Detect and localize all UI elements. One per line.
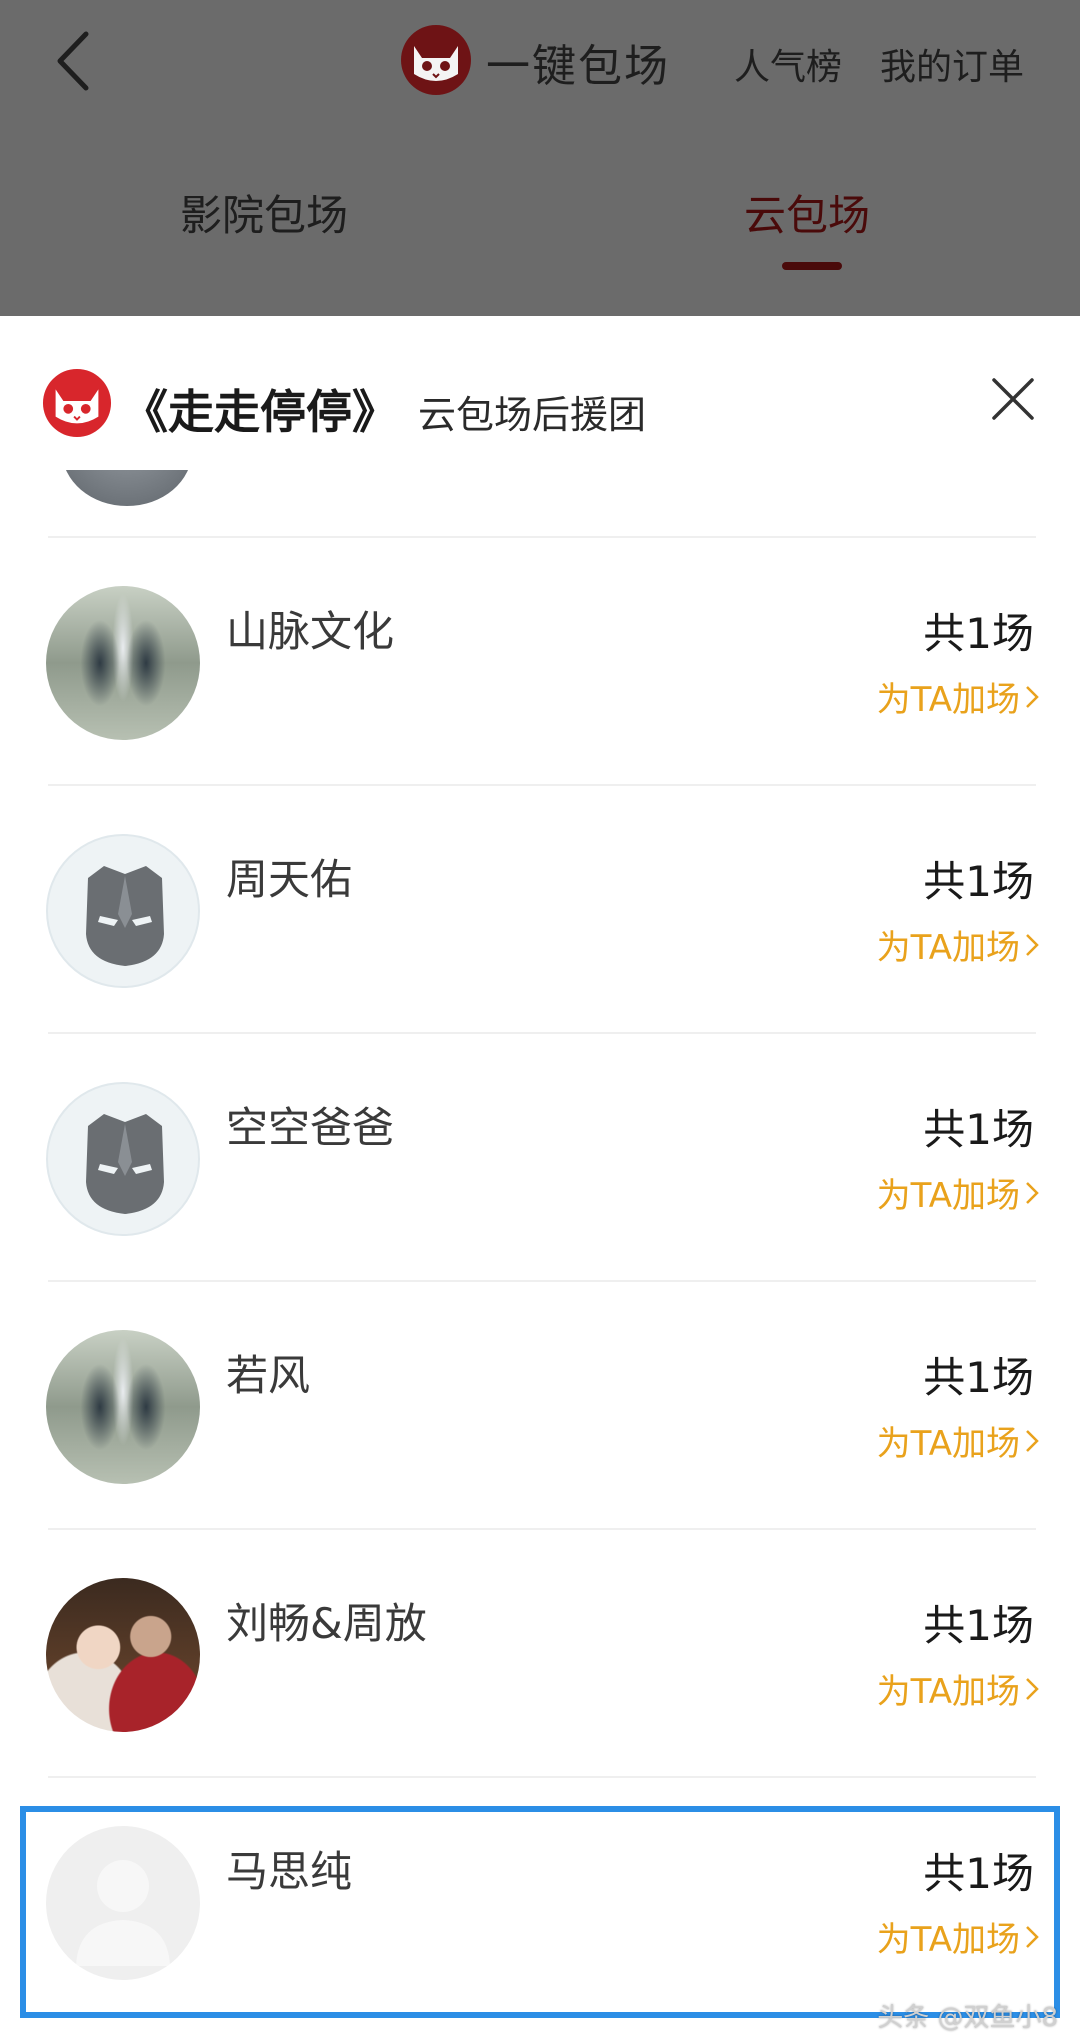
mask-avatar [46, 1082, 200, 1236]
tab-cloud-booking[interactable]: 云包场 [744, 182, 870, 243]
app-logo-icon [42, 368, 112, 438]
photo-avatar [46, 1578, 200, 1732]
chevron-right-icon [1026, 1429, 1039, 1452]
list-item[interactable]: 若风 共1场 为TA加场 [0, 1282, 1080, 1528]
chevron-right-icon [1026, 933, 1039, 956]
chevron-right-icon [1026, 1677, 1039, 1700]
tab-cinema-booking[interactable]: 影院包场 [180, 182, 348, 243]
watermark: 头条 @双鱼小8 [877, 2003, 1058, 2033]
close-icon[interactable] [990, 376, 1036, 422]
supporters-sheet: 《走走停停》 云包场后援团 山脉文化 共1场 为TA加场 周天佑 共1场 为TA… [0, 316, 1080, 2044]
sheet-subtitle: 云包场后援团 [418, 393, 647, 437]
add-session-link[interactable]: 为TA加场 [877, 1664, 1040, 1713]
add-session-link[interactable]: 为TA加场 [877, 672, 1040, 721]
back-arrow-icon[interactable] [48, 26, 108, 96]
highlight-box [20, 1806, 1060, 2018]
nav-orders-link[interactable]: 我的订单 [880, 38, 1024, 90]
app-logo-icon [401, 25, 471, 95]
list-item[interactable]: 刘畅&周放 共1场 为TA加场 [0, 1530, 1080, 1776]
session-count: 共1场 [923, 609, 1034, 658]
film-title: 《走走停停》 [122, 385, 398, 439]
add-session-label: 为TA加场 [876, 928, 1020, 968]
add-session-link[interactable]: 为TA加场 [877, 920, 1040, 969]
app-title: 一键包场 [486, 41, 670, 92]
nav-popular-link[interactable]: 人气榜 [734, 38, 842, 90]
panther-mask-icon [86, 866, 164, 966]
session-count: 共1场 [923, 1105, 1034, 1154]
session-count: 共1场 [923, 857, 1034, 906]
panther-mask-icon [86, 1114, 164, 1214]
page-header: 一键包场 人气榜 我的订单 影院包场 云包场 [0, 0, 1080, 316]
add-session-label: 为TA加场 [876, 1176, 1020, 1216]
sheet-header: 《走走停停》 云包场后援团 [0, 316, 1080, 456]
supporter-name: 空空爸爸 [226, 1103, 395, 1152]
list-item[interactable]: 空空爸爸 共1场 为TA加场 [0, 1034, 1080, 1280]
landscape-avatar [46, 1330, 200, 1484]
active-tab-indicator [782, 262, 842, 270]
add-session-label: 为TA加场 [876, 1424, 1020, 1464]
chevron-right-icon [1026, 685, 1039, 708]
session-count: 共1场 [923, 1601, 1034, 1650]
list-item[interactable]: 山脉文化 共1场 为TA加场 [0, 538, 1080, 784]
add-session-link[interactable]: 为TA加场 [877, 1416, 1040, 1465]
supporter-name: 山脉文化 [226, 607, 395, 656]
add-session-link[interactable]: 为TA加场 [877, 1168, 1040, 1217]
supporter-name: 若风 [226, 1351, 311, 1400]
mask-avatar [46, 834, 200, 988]
chevron-right-icon [1026, 1181, 1039, 1204]
landscape-avatar [46, 586, 200, 740]
supporter-name: 周天佑 [226, 855, 353, 904]
list-item[interactable]: 周天佑 共1场 为TA加场 [0, 786, 1080, 1032]
add-session-label: 为TA加场 [876, 680, 1020, 720]
supporter-name: 刘畅&周放 [226, 1599, 427, 1648]
session-count: 共1场 [923, 1353, 1034, 1402]
add-session-label: 为TA加场 [876, 1672, 1020, 1712]
